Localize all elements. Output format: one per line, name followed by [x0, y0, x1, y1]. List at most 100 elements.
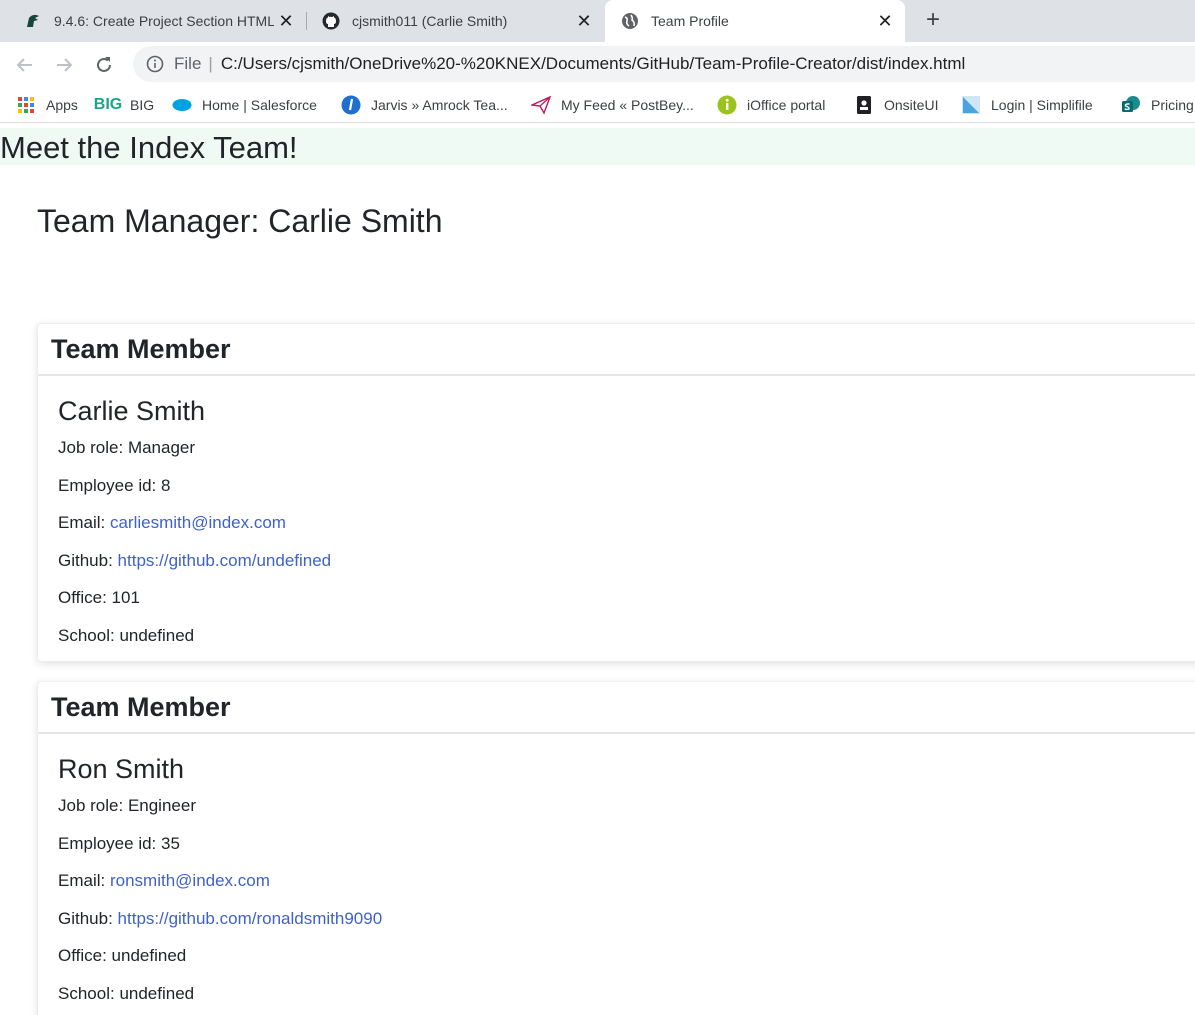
- bookmark-simplifile[interactable]: Login | Simplifile: [961, 94, 1093, 116]
- tab-title: 9.4.6: Create Project Section HTML: [54, 13, 274, 29]
- tab-course[interactable]: 9.4.6: Create Project Section HTML ✕: [8, 0, 306, 42]
- bookmark-big[interactable]: BIG BIG: [93, 94, 155, 116]
- email-row: Email: ronsmith@index.com: [58, 871, 1188, 891]
- back-arrow-icon[interactable]: [10, 50, 40, 80]
- sharepoint-icon: [1121, 95, 1141, 115]
- spartan-helmet-icon: [24, 12, 42, 30]
- bookmark-pricing[interactable]: Pricing: [1121, 94, 1194, 116]
- email-link[interactable]: carliesmith@index.com: [110, 513, 286, 532]
- info-circle-icon[interactable]: [146, 55, 164, 73]
- employee-id-value: 35: [161, 833, 180, 853]
- bookmark-salesforce[interactable]: Home | Salesforce: [172, 94, 317, 116]
- bookmark-label: Apps: [46, 97, 78, 113]
- office-label: Office:: [58, 588, 112, 607]
- job-role-value: Engineer: [127, 796, 196, 815]
- salesforce-cloud-icon: [172, 95, 192, 115]
- job-role-value: Manager: [127, 438, 196, 457]
- employee-id-label: Employee id:: [58, 833, 161, 853]
- bookmark-label: Jarvis » Amrock Tea...: [371, 97, 508, 113]
- office-value: 101: [111, 588, 140, 607]
- close-icon[interactable]: ✕: [572, 9, 596, 33]
- close-icon[interactable]: ✕: [274, 9, 298, 33]
- bookmark-apps[interactable]: Apps: [16, 94, 78, 116]
- bookmark-ioffice[interactable]: iOffice portal: [717, 94, 825, 116]
- school-row: School: undefined: [58, 984, 1188, 1004]
- tab-github[interactable]: cjsmith011 (Carlie Smith) ✕: [306, 0, 604, 42]
- forward-arrow-icon[interactable]: [49, 50, 79, 80]
- job-role-row: Job role: Engineer: [58, 796, 1188, 816]
- office-row: Office: undefined: [58, 946, 1188, 966]
- school-label: School:: [58, 625, 120, 645]
- close-icon[interactable]: ✕: [873, 9, 897, 33]
- jarvis-icon: [341, 95, 361, 115]
- member-name: Carlie Smith: [58, 396, 206, 426]
- info-circle-icon: [717, 95, 737, 115]
- github-label: Github:: [58, 908, 118, 928]
- school-value: undefined: [119, 983, 195, 1003]
- bookmark-onsiteui[interactable]: OnsiteUI: [854, 94, 938, 116]
- job-role-row: Job role: Manager: [58, 438, 1188, 458]
- team-member-card: Team Member Carlie Smith Job role: Manag…: [37, 323, 1195, 662]
- manager-heading: Team Manager: Carlie Smith: [37, 203, 443, 239]
- bookmark-postbey[interactable]: My Feed « PostBey...: [531, 94, 694, 116]
- github-icon: [322, 12, 340, 30]
- new-tab-plus-icon[interactable]: +: [918, 5, 948, 35]
- school-row: School: undefined: [58, 626, 1188, 646]
- apps-grid-icon: [16, 95, 36, 115]
- school-value: undefined: [119, 625, 195, 645]
- github-row: Github: https://github.com/ronaldsmith90…: [58, 909, 1188, 929]
- card-header: Team Member: [38, 324, 1195, 376]
- employee-id-row: Employee id: 8: [58, 476, 1188, 496]
- office-label: Office:: [58, 946, 112, 965]
- bookmark-label: Pricing: [1151, 97, 1194, 113]
- email-label: Email:: [58, 513, 110, 532]
- card-header: Team Member: [38, 682, 1195, 734]
- employee-id-value: 8: [161, 475, 171, 495]
- employee-id-label: Employee id:: [58, 475, 161, 495]
- globe-icon: [621, 12, 639, 30]
- paper-plane-icon: [531, 95, 551, 115]
- bookmark-jarvis[interactable]: Jarvis » Amrock Tea...: [341, 94, 508, 116]
- team-member-card: Team Member Ron Smith Job role: Engineer…: [37, 681, 1195, 1015]
- card-header-title: Team Member: [51, 691, 231, 722]
- address-divider: |: [208, 54, 213, 73]
- hero-title: Meet the Index Team!: [0, 130, 298, 165]
- badge-icon: [854, 95, 874, 115]
- bookmark-label: iOffice portal: [747, 97, 826, 113]
- job-role-label: Job role:: [58, 796, 128, 815]
- job-role-label: Job role:: [58, 438, 128, 457]
- tab-team-profile[interactable]: Team Profile ✕: [605, 0, 905, 42]
- school-label: School:: [58, 983, 120, 1003]
- office-row: Office: 101: [58, 588, 1188, 608]
- page-content: Meet the Index Team! Team Manager: Carli…: [0, 123, 1195, 1015]
- tab-strip: 9.4.6: Create Project Section HTML ✕ cjs…: [0, 0, 1195, 42]
- tab-title: cjsmith011 (Carlie Smith): [352, 13, 508, 29]
- github-link[interactable]: https://github.com/ronaldsmith9090: [118, 909, 383, 928]
- card-body: Ron Smith Job role: Engineer Employee id…: [38, 734, 1195, 1004]
- office-value: undefined: [111, 946, 187, 965]
- email-link[interactable]: ronsmith@index.com: [110, 871, 270, 890]
- card-body: Carlie Smith Job role: Manager Employee …: [38, 376, 1195, 646]
- employee-id-row: Employee id: 35: [58, 834, 1188, 854]
- address-scheme-label: File: [174, 54, 202, 73]
- github-row: Github: https://github.com/undefined: [58, 551, 1188, 571]
- email-label: Email:: [58, 871, 110, 890]
- address-bar[interactable]: File | C:/Users/cjsmith/OneDrive%20-%20K…: [133, 46, 1195, 82]
- address-url: C:/Users/cjsmith/OneDrive%20-%20KNEX/Doc…: [220, 54, 966, 73]
- hero-banner: Meet the Index Team!: [0, 128, 1195, 165]
- browser-toolbar: File | C:/Users/cjsmith/OneDrive%20-%20K…: [0, 42, 1195, 88]
- member-name: Ron Smith: [58, 754, 185, 784]
- reload-icon[interactable]: [89, 50, 119, 80]
- bookmark-label: BIG: [130, 97, 155, 113]
- big-logo-icon: BIG: [93, 96, 123, 113]
- simplifile-icon: [961, 95, 981, 115]
- bookmark-label: OnsiteUI: [884, 97, 939, 113]
- github-link[interactable]: https://github.com/undefined: [118, 551, 332, 570]
- tab-title: Team Profile: [651, 13, 729, 29]
- bookmarks-bar: Apps BIG BIG Home | Salesforce Jarvis » …: [0, 88, 1195, 123]
- bookmark-label: Login | Simplifile: [991, 97, 1093, 113]
- email-row: Email: carliesmith@index.com: [58, 513, 1188, 533]
- card-header-title: Team Member: [51, 333, 231, 364]
- bookmark-label: My Feed « PostBey...: [561, 97, 694, 113]
- github-label: Github:: [58, 550, 118, 570]
